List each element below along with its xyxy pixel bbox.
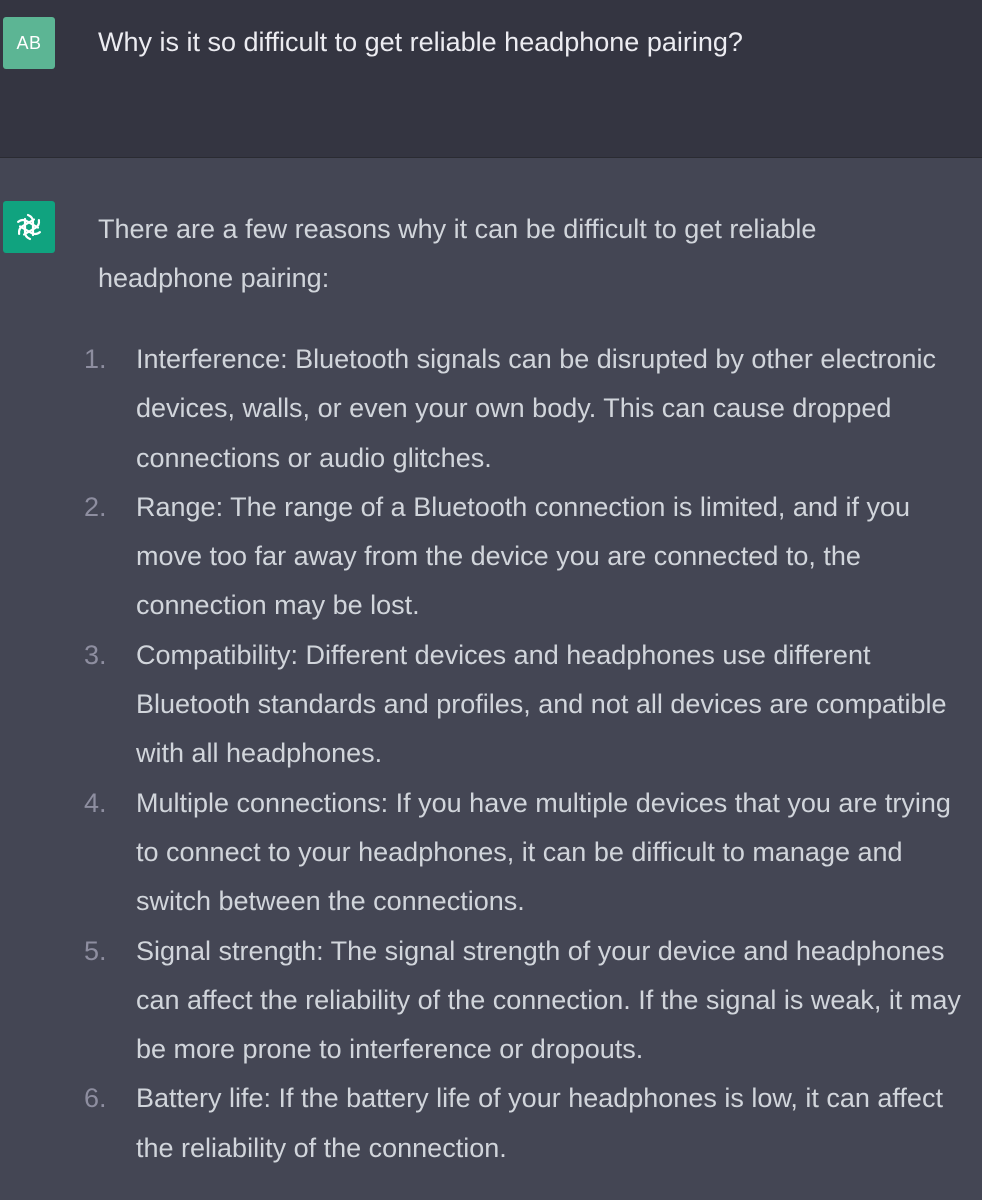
list-item-number: 5. bbox=[84, 935, 107, 966]
list-item-number: 6. bbox=[84, 1083, 107, 1114]
user-message-row: AB Why is it so difficult to get reliabl… bbox=[0, 0, 982, 158]
assistant-intro-text: There are a few reasons why it can be di… bbox=[98, 214, 817, 293]
list-item-number: 3. bbox=[84, 639, 107, 670]
list-item-text: Compatibility: Different devices and hea… bbox=[136, 639, 947, 769]
list-item: 6. Battery life: If the battery life of … bbox=[80, 1074, 970, 1173]
list-item: 3. Compatibility: Different devices and … bbox=[80, 631, 970, 779]
list-item-number: 1. bbox=[84, 344, 107, 374]
list-item: 5. Signal strength: The signal strength … bbox=[80, 927, 970, 1075]
openai-logo-icon bbox=[3, 201, 55, 253]
list-item-text: Range: The range of a Bluetooth connecti… bbox=[136, 491, 910, 621]
chat-page: AB Why is it so difficult to get reliabl… bbox=[0, 0, 982, 1200]
list-item-text: Interference: Bluetooth signals can be d… bbox=[136, 344, 936, 473]
assistant-message-row: There are a few reasons why it can be di… bbox=[0, 158, 982, 1200]
reasons-list: 1. Interference: Bluetooth signals can b… bbox=[80, 335, 970, 1173]
list-item-text: Signal strength: The signal strength of … bbox=[136, 935, 961, 1065]
list-item-number: 2. bbox=[84, 491, 107, 522]
user-avatar: AB bbox=[3, 17, 55, 69]
list-item-text: Battery life: If the battery life of you… bbox=[136, 1083, 943, 1163]
list-item-text: Multiple connections: If you have multip… bbox=[136, 787, 951, 917]
list-item: 4. Multiple connections: If you have mul… bbox=[80, 779, 970, 927]
list-item: 2. Range: The range of a Bluetooth conne… bbox=[80, 483, 970, 631]
list-item: 1. Interference: Bluetooth signals can b… bbox=[80, 335, 970, 483]
list-item-number: 4. bbox=[84, 787, 107, 818]
user-message-text: Why is it so difficult to get reliable h… bbox=[98, 27, 743, 57]
